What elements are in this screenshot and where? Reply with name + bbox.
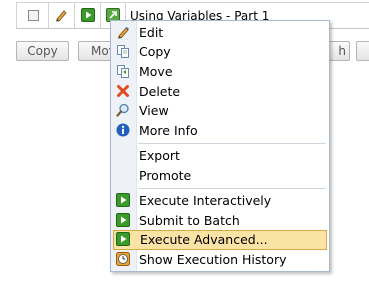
menu-item-label: Copy bbox=[139, 44, 171, 59]
menu-item-move[interactable]: Move bbox=[113, 62, 327, 81]
cell-divider bbox=[100, 2, 101, 28]
menu-item-label: Edit bbox=[139, 25, 164, 40]
play-icon bbox=[116, 213, 130, 227]
menu-item-show-execution-history[interactable]: Show Execution History bbox=[113, 250, 327, 269]
magnifier-icon bbox=[116, 103, 129, 117]
copy-button[interactable]: Copy bbox=[16, 41, 69, 61]
pencil-icon[interactable] bbox=[54, 8, 68, 22]
history-clock-icon bbox=[116, 252, 130, 266]
cell-divider bbox=[74, 2, 75, 28]
move-icon bbox=[117, 65, 129, 78]
menu-item-label: Submit to Batch bbox=[139, 213, 240, 228]
menu-item-promote[interactable]: Promote bbox=[113, 166, 327, 185]
play-icon bbox=[116, 193, 130, 207]
delete-x-icon bbox=[117, 85, 129, 97]
menu-item-edit[interactable]: Edit bbox=[113, 23, 327, 42]
menu-separator bbox=[138, 143, 326, 144]
menu-item-copy[interactable]: Copy bbox=[113, 42, 327, 61]
play-icon[interactable] bbox=[81, 8, 95, 22]
menu-item-label: Execute Advanced... bbox=[140, 232, 268, 247]
cell-divider bbox=[48, 2, 49, 28]
menu-item-delete[interactable]: Delete bbox=[113, 82, 327, 101]
menu-item-label: Delete bbox=[139, 84, 181, 99]
copy-icon bbox=[117, 45, 129, 58]
menu-item-view[interactable]: View bbox=[113, 101, 327, 120]
pencil-icon bbox=[118, 27, 129, 39]
menu-item-label: Export bbox=[139, 148, 180, 163]
play-icon bbox=[116, 232, 130, 246]
partial-button-edge[interactable] bbox=[356, 41, 369, 61]
cell-divider bbox=[16, 2, 17, 28]
menu-item-more-info[interactable]: More Info bbox=[113, 121, 327, 140]
menu-item-execute-advanced[interactable]: Execute Advanced... bbox=[113, 230, 327, 250]
menu-item-label: Execute Interactively bbox=[139, 193, 272, 208]
menu-item-label: More Info bbox=[139, 123, 198, 138]
menu-item-execute-interactively[interactable]: Execute Interactively bbox=[113, 191, 327, 210]
menu-item-label: Show Execution History bbox=[139, 252, 287, 267]
context-menu: Edit Copy Move Delete View More Info Exp… bbox=[110, 20, 330, 272]
row-top-border bbox=[16, 2, 369, 3]
menu-item-label: Move bbox=[139, 64, 173, 79]
menu-item-label: View bbox=[139, 103, 169, 118]
row-checkbox[interactable] bbox=[28, 10, 39, 21]
menu-item-label: Promote bbox=[139, 168, 192, 183]
menu-item-export[interactable]: Export bbox=[113, 146, 327, 165]
menu-item-submit-to-batch[interactable]: Submit to Batch bbox=[113, 211, 327, 230]
menu-separator bbox=[138, 188, 326, 189]
info-icon bbox=[116, 123, 130, 137]
